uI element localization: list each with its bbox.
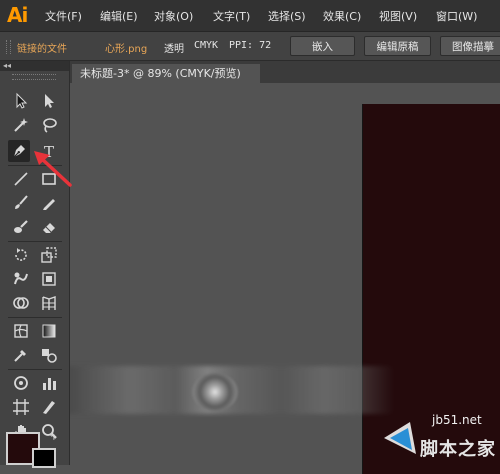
watermark-name: 脚本之家 [420, 439, 496, 460]
gradient-tool-icon[interactable] [38, 320, 60, 342]
annotation-arrow [34, 151, 72, 187]
menu-object[interactable]: 对象(O) [154, 8, 193, 24]
shape-builder-tool-icon[interactable] [10, 292, 32, 314]
menu-window[interactable]: 窗口(W) [436, 8, 477, 24]
document-tab-bar: 未标题-3* @ 89% (CMYK/预览) [70, 61, 500, 83]
tools-separator [8, 317, 62, 318]
line-segment-tool-icon[interactable] [10, 168, 32, 190]
perspective-grid-tool-icon[interactable] [38, 292, 60, 314]
tools-separator [8, 369, 62, 370]
placed-image-highlight [192, 373, 238, 411]
pencil-tool-icon[interactable] [38, 192, 60, 214]
magic-wand-tool-icon[interactable] [10, 114, 32, 136]
ppi-label: PPI: 72 [229, 40, 272, 51]
linked-file-label[interactable]: 链接的文件 [17, 40, 67, 55]
menu-bar: Ai 文件(F) 编辑(E) 对象(O) 文字(T) 选择(S) 效果(C) 视… [0, 0, 500, 32]
control-bar-grip[interactable] [6, 40, 11, 54]
menu-file[interactable]: 文件(F) [45, 8, 82, 24]
free-transform-tool-icon[interactable] [38, 268, 60, 290]
tools-panel-grip[interactable] [12, 74, 56, 80]
menu-select[interactable]: 选择(S) [268, 8, 306, 24]
control-bar: 链接的文件 心形.png 透明 CMYK PPI: 72 嵌入 编辑原稿 图像描… [0, 32, 500, 61]
paintbrush-tool-icon[interactable] [10, 192, 32, 214]
pen-tool-icon[interactable] [8, 140, 30, 162]
mesh-tool-icon[interactable] [10, 320, 32, 342]
artboard-tool-icon[interactable] [10, 396, 32, 418]
app-logo: Ai [7, 3, 28, 27]
image-trace-button[interactable]: 图像描摹 [440, 36, 500, 56]
swap-fill-stroke-icon[interactable]: ↰ [48, 432, 56, 443]
linked-file-name[interactable]: 心形.png [105, 40, 147, 55]
warp-tool-icon[interactable] [10, 268, 32, 290]
symbol-sprayer-tool-icon[interactable] [10, 372, 32, 394]
selection-tool-icon[interactable] [10, 90, 32, 112]
menu-view[interactable]: 视图(V) [379, 8, 417, 24]
document-tab[interactable]: 未标题-3* @ 89% (CMYK/预览) [72, 64, 260, 83]
column-graph-tool-icon[interactable] [38, 372, 60, 394]
tools-panel-collapse[interactable]: ◂◂ [0, 61, 69, 71]
jb51-logo-icon [384, 422, 416, 454]
color-mode-label: CMYK [194, 40, 219, 51]
blend-tool-icon[interactable] [38, 344, 60, 366]
eraser-tool-icon[interactable] [38, 216, 60, 238]
slice-tool-icon[interactable] [38, 396, 60, 418]
blob-brush-tool-icon[interactable] [10, 216, 32, 238]
direct-selection-tool-icon[interactable] [38, 90, 60, 112]
watermark-site: jb51.net [432, 413, 482, 427]
scale-tool-icon[interactable] [38, 244, 60, 266]
eyedropper-tool-icon[interactable] [10, 344, 32, 366]
transparency-label: 透明 [164, 44, 184, 55]
menu-type[interactable]: 文字(T) [213, 8, 250, 24]
stroke-color-swatch[interactable] [32, 448, 56, 468]
menu-effect[interactable]: 效果(C) [323, 8, 361, 24]
rotate-tool-icon[interactable] [10, 244, 32, 266]
lasso-tool-icon[interactable] [38, 114, 60, 136]
tools-panel: ◂◂ T ↰ [0, 61, 70, 468]
tools-separator [8, 241, 62, 242]
embed-button[interactable]: 嵌入 [290, 36, 355, 56]
menu-edit[interactable]: 编辑(E) [100, 8, 138, 24]
edit-original-button[interactable]: 编辑原稿 [364, 36, 431, 56]
